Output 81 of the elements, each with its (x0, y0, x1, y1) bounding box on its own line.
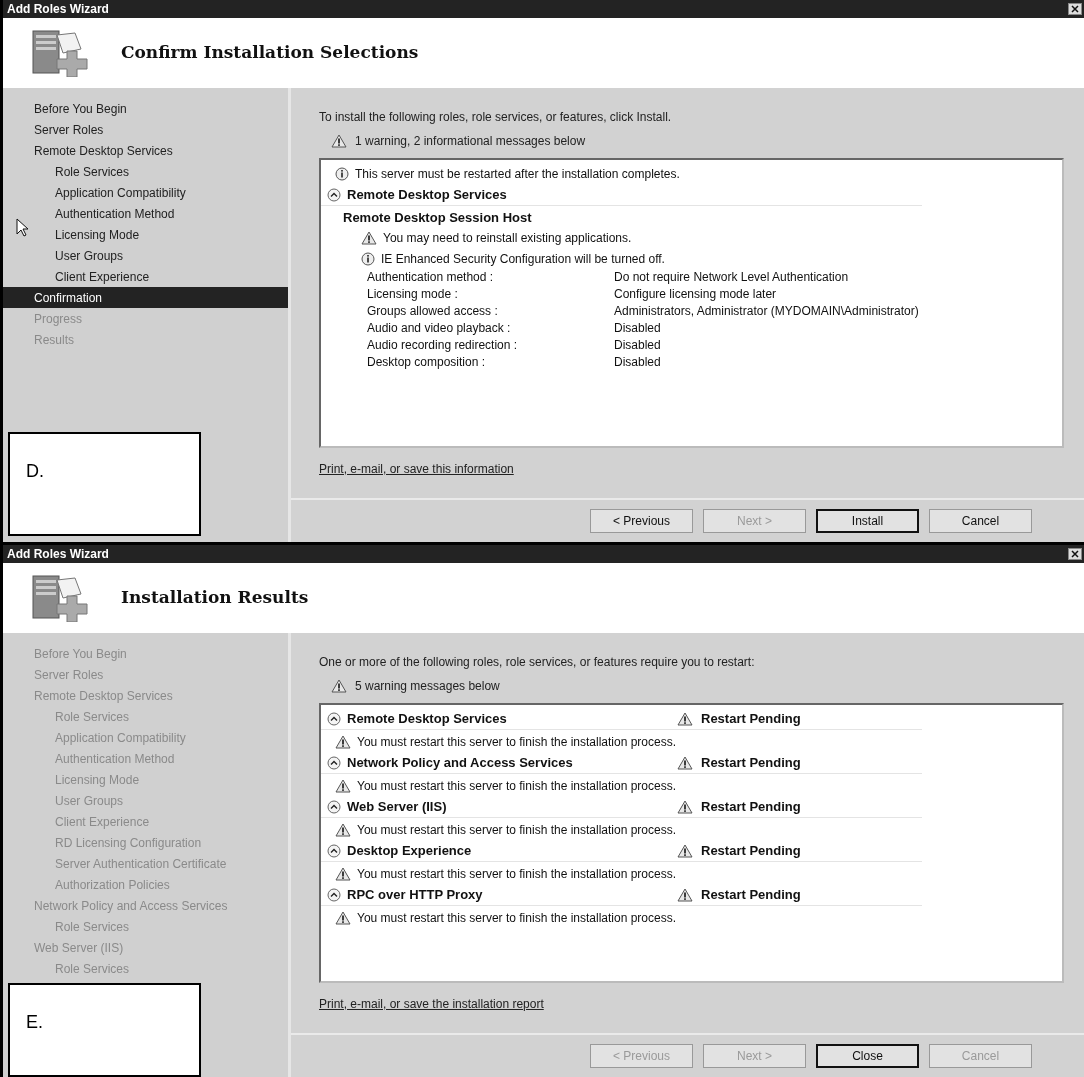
info-icon (361, 251, 375, 266)
warning-icon (335, 778, 351, 793)
close-icon[interactable] (1068, 548, 1082, 560)
close-icon[interactable] (1068, 3, 1082, 15)
message-text: You may need to reinstall existing applications. (383, 229, 632, 247)
sidebar-step[interactable]: Application Compatibility (3, 182, 288, 203)
collapse-chevron-icon[interactable] (327, 844, 341, 858)
collapse-chevron-icon[interactable] (327, 188, 341, 202)
wizard-button[interactable]: Install (816, 509, 919, 533)
wizard-button[interactable]: Close (816, 1044, 919, 1068)
warning-icon (335, 822, 351, 837)
sidebar-step[interactable]: Before You Begin (3, 98, 288, 119)
status-text: Restart Pending (701, 886, 801, 905)
print-save-link[interactable]: Print, e-mail, or save the installation report (319, 995, 1064, 1013)
info-icon (335, 166, 349, 181)
collapse-chevron-icon[interactable] (327, 756, 341, 770)
warning-icon (331, 679, 347, 693)
window-title: Add Roles Wizard (7, 546, 109, 563)
collapse-chevron-icon[interactable] (327, 800, 341, 814)
sidebar-step[interactable]: Licensing Mode (3, 224, 288, 245)
property-label: Desktop composition : (367, 355, 487, 370)
property-value: Do not require Network Level Authentication (614, 270, 849, 285)
intro-text: One or more of the following roles, role services, or features require you to restart: (319, 654, 756, 671)
sidebar-step[interactable]: Authentication Method (3, 203, 288, 224)
message-text: You must restart this server to finish the installation process. (357, 777, 677, 795)
property-value: Disabled (614, 355, 661, 370)
warning-icon (677, 844, 693, 858)
message-text: This server must be restarted after the installation completes. (355, 165, 680, 183)
property-value: Disabled (614, 321, 661, 336)
collapse-chevron-icon[interactable] (327, 888, 341, 902)
warning-icon (335, 734, 351, 749)
property-value: Configure licensing mode later (614, 287, 777, 302)
subsection-heading: Remote Desktop Session Host (342, 209, 533, 226)
collapse-chevron-icon[interactable] (327, 712, 341, 726)
property-value: Administrators, Administrator (MYDOMAIN\Administrator) (614, 304, 919, 319)
summary-text: 1 warning, 2 informational messages below (355, 133, 586, 150)
warning-icon (677, 888, 693, 902)
wizard-button[interactable]: Cancel (929, 509, 1032, 533)
sidebar-step[interactable]: User Groups (3, 245, 288, 266)
print-save-link[interactable]: Print, e-mail, or save this information (319, 460, 1064, 478)
section-heading: Web Server (IIS) (347, 798, 447, 817)
warning-icon (361, 230, 377, 245)
section-heading: Remote Desktop Services (347, 710, 507, 729)
section-heading: RPC over HTTP Proxy (347, 886, 483, 905)
window-title: Add Roles Wizard (7, 1, 109, 18)
page-heading: Confirm Installation Selections (121, 41, 419, 65)
wizard-button[interactable]: < Previous (590, 509, 693, 533)
status-text: Restart Pending (701, 754, 801, 773)
section-heading: Remote Desktop Services (347, 186, 507, 205)
caption-label: D. (8, 432, 201, 536)
intro-text: To install the following roles, role services, or features, click Install. (319, 109, 673, 126)
caption-label: E. (8, 983, 201, 1077)
message-text: You must restart this server to finish the installation process. (357, 733, 677, 751)
status-text: Restart Pending (701, 710, 801, 729)
property-label: Audio and video playback : (367, 321, 512, 336)
property-label: Audio recording redirection : (367, 338, 519, 353)
warning-icon (335, 910, 351, 925)
summary-text: 5 warning messages below (355, 678, 500, 695)
message-text: IE Enhanced Security Configuration will be turned off. (381, 250, 665, 268)
property-value: Disabled (614, 338, 661, 353)
message-text: You must restart this server to finish the installation process. (357, 821, 677, 839)
sidebar-step[interactable]: Client Experience (3, 266, 288, 287)
section-heading: Network Policy and Access Services (347, 754, 573, 773)
sidebar-step[interactable]: Role Services (3, 161, 288, 182)
warning-icon (335, 866, 351, 881)
sidebar-step[interactable]: Server Roles (3, 119, 288, 140)
message-text: You must restart this server to finish the installation process. (357, 865, 677, 883)
section-heading: Desktop Experience (347, 842, 472, 861)
warning-icon (677, 800, 693, 814)
sidebar-step[interactable]: Confirmation (3, 287, 288, 308)
property-label: Authentication method : (367, 270, 495, 285)
status-text: Restart Pending (701, 798, 801, 817)
sidebar-step[interactable]: Remote Desktop Services (3, 140, 288, 161)
message-text: You must restart this server to finish the installation process. (357, 909, 677, 927)
status-text: Restart Pending (701, 842, 801, 861)
warning-icon (677, 756, 693, 770)
page-heading: Installation Results (121, 586, 309, 610)
property-label: Groups allowed access : (367, 304, 499, 319)
property-label: Licensing mode : (367, 287, 459, 302)
warning-icon (677, 712, 693, 726)
warning-icon (331, 134, 347, 148)
